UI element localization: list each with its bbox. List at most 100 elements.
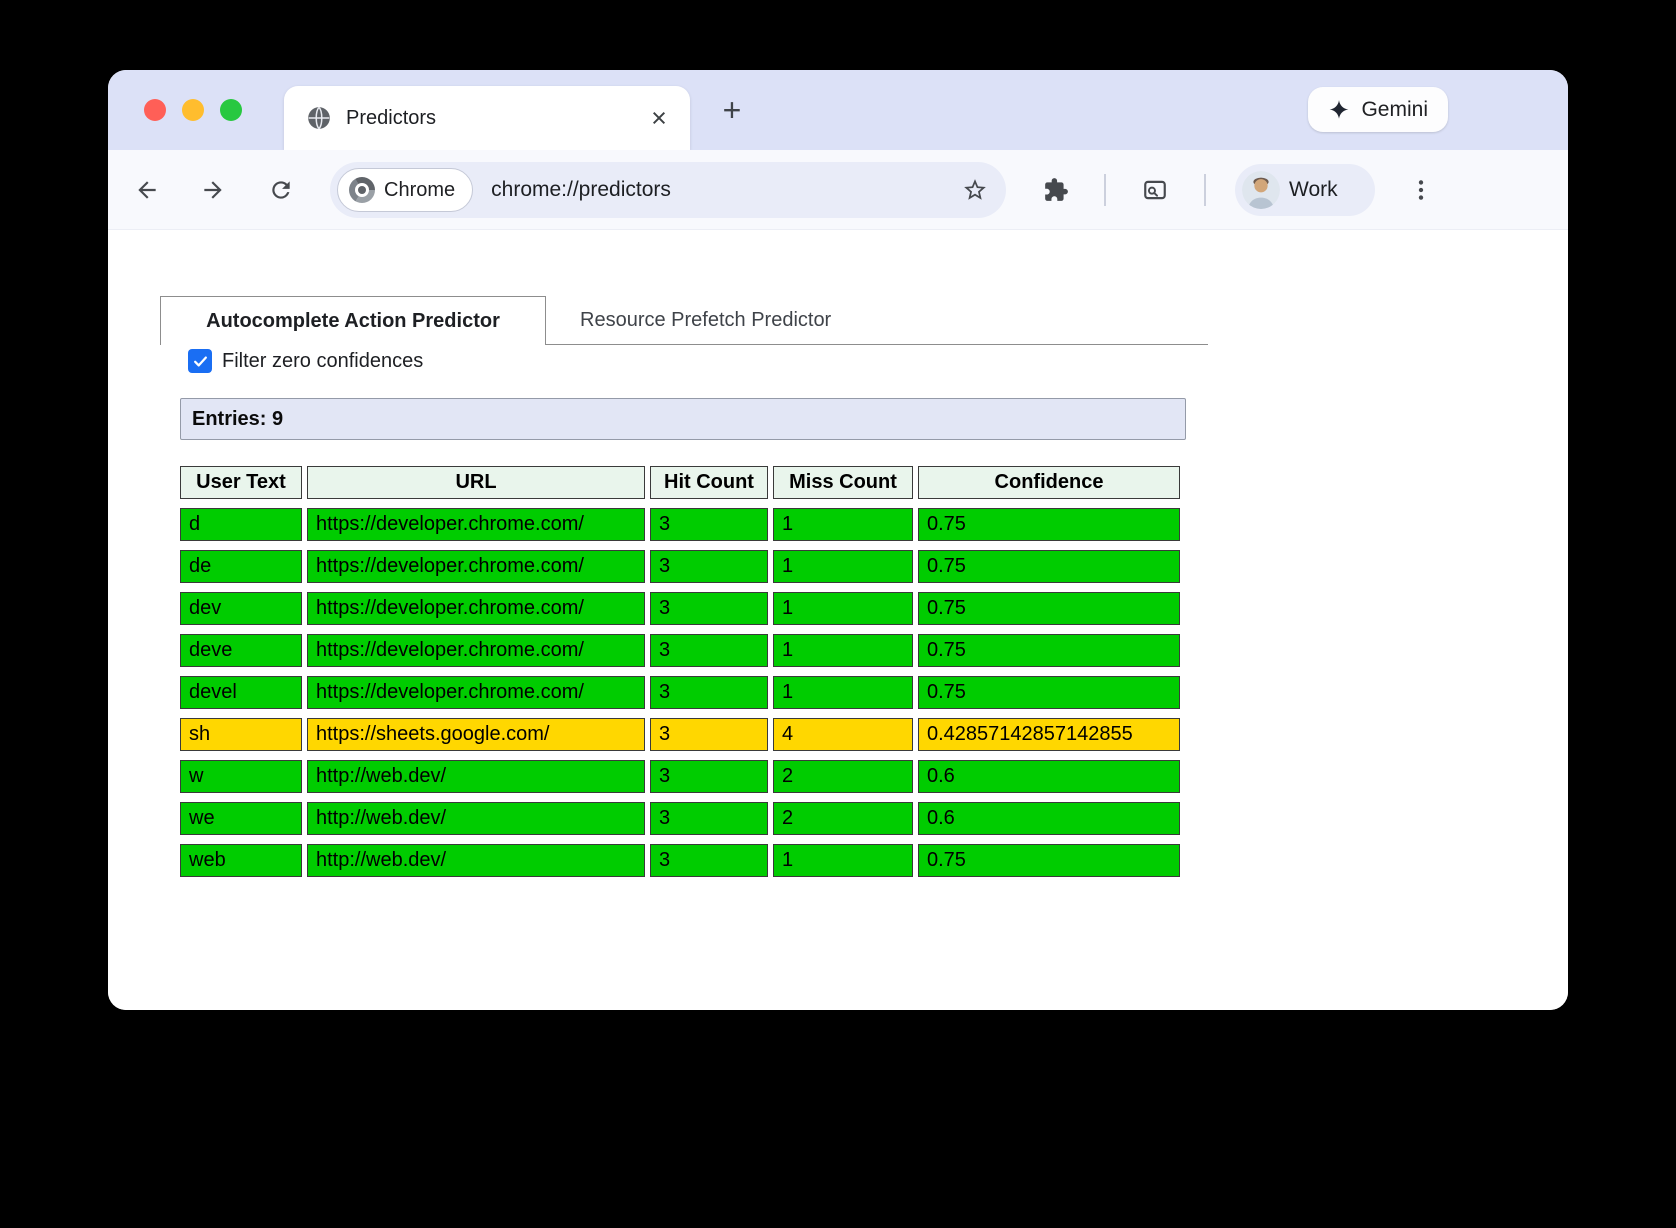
- cell-url: https://developer.chrome.com/: [307, 634, 645, 667]
- column-header-url: URL: [307, 466, 645, 499]
- url-text: chrome://predictors: [491, 178, 671, 202]
- cell-miss-count: 1: [773, 550, 913, 583]
- minimize-window-button[interactable]: [182, 99, 204, 121]
- table-row: sh https://sheets.google.com/ 3 4 0.4285…: [180, 718, 1180, 751]
- cell-miss-count: 1: [773, 634, 913, 667]
- cell-user-text: d: [180, 508, 302, 541]
- cell-user-text: devel: [180, 676, 302, 709]
- cell-hit-count: 3: [650, 508, 768, 541]
- gemini-button[interactable]: Gemini: [1308, 87, 1448, 132]
- cell-user-text: dev: [180, 592, 302, 625]
- profile-name: Work: [1289, 178, 1338, 202]
- gemini-label: Gemini: [1361, 98, 1428, 122]
- cell-miss-count: 4: [773, 718, 913, 751]
- table-row: d https://developer.chrome.com/ 3 1 0.75: [180, 508, 1180, 541]
- tab-autocomplete-action-predictor[interactable]: Autocomplete Action Predictor: [160, 296, 546, 345]
- cell-user-text: we: [180, 802, 302, 835]
- close-window-button[interactable]: [144, 99, 166, 121]
- tab-strip: Predictors × + Gemini: [108, 70, 1568, 150]
- table-row: de https://developer.chrome.com/ 3 1 0.7…: [180, 550, 1180, 583]
- cell-miss-count: 1: [773, 592, 913, 625]
- tab-close-button[interactable]: ×: [644, 103, 674, 133]
- cell-user-text: deve: [180, 634, 302, 667]
- cell-hit-count: 3: [650, 718, 768, 751]
- column-header-hit-count: Hit Count: [650, 466, 768, 499]
- page-content: Autocomplete Action Predictor Resource P…: [108, 230, 1568, 1010]
- column-header-user-text: User Text: [180, 466, 302, 499]
- entries-count: Entries: 9: [180, 398, 1186, 440]
- cell-url: https://developer.chrome.com/: [307, 508, 645, 541]
- cell-confidence: 0.6: [918, 760, 1180, 793]
- maximize-window-button[interactable]: [220, 99, 242, 121]
- entries-label: Entries: 9: [192, 408, 283, 431]
- cell-url: https://developer.chrome.com/: [307, 592, 645, 625]
- tab-resource-prefetch-predictor[interactable]: Resource Prefetch Predictor: [580, 306, 831, 334]
- cell-confidence: 0.6: [918, 802, 1180, 835]
- filter-checkbox-label: Filter zero confidences: [222, 347, 423, 375]
- tab-label: Autocomplete Action Predictor: [206, 310, 500, 333]
- toolbar-divider: [1204, 174, 1206, 206]
- cell-url: https://sheets.google.com/: [307, 718, 645, 751]
- table-row: dev https://developer.chrome.com/ 3 1 0.…: [180, 592, 1180, 625]
- tab-title: Predictors: [346, 107, 436, 130]
- cell-hit-count: 3: [650, 844, 768, 877]
- cell-miss-count: 2: [773, 760, 913, 793]
- gemini-sparkle-icon: [1328, 99, 1350, 121]
- cell-url: http://web.dev/: [307, 760, 645, 793]
- desktop-background: Predictors × + Gemini: [0, 0, 1676, 1228]
- address-bar[interactable]: Chrome chrome://predictors: [330, 162, 1006, 218]
- cell-url: https://developer.chrome.com/: [307, 676, 645, 709]
- site-chip-label: Chrome: [384, 179, 455, 202]
- predictor-table-body: d https://developer.chrome.com/ 3 1 0.75…: [180, 508, 1180, 877]
- site-chip[interactable]: Chrome: [337, 168, 473, 212]
- cell-user-text: de: [180, 550, 302, 583]
- browser-window: Predictors × + Gemini: [108, 70, 1568, 1010]
- menu-dots-icon[interactable]: [1408, 177, 1434, 203]
- tab-label: Resource Prefetch Predictor: [580, 309, 831, 331]
- cell-confidence: 0.75: [918, 844, 1180, 877]
- browser-tab[interactable]: Predictors ×: [284, 86, 690, 150]
- cell-confidence: 0.75: [918, 592, 1180, 625]
- bookmark-star-icon[interactable]: [962, 177, 988, 203]
- cell-miss-count: 1: [773, 844, 913, 877]
- filter-zero-confidences-checkbox[interactable]: [188, 349, 212, 373]
- column-header-miss-count: Miss Count: [773, 466, 913, 499]
- forward-button[interactable]: [200, 177, 226, 203]
- cell-confidence: 0.75: [918, 508, 1180, 541]
- cell-user-text: w: [180, 760, 302, 793]
- cell-url: http://web.dev/: [307, 802, 645, 835]
- table-row: deve https://developer.chrome.com/ 3 1 0…: [180, 634, 1180, 667]
- table-header-row: User Text URL Hit Count Miss Count Confi…: [180, 466, 1180, 499]
- profile-avatar: [1242, 171, 1280, 209]
- cell-confidence: 0.42857142857142855: [918, 718, 1180, 751]
- cell-hit-count: 3: [650, 802, 768, 835]
- cell-confidence: 0.75: [918, 634, 1180, 667]
- cell-url: http://web.dev/: [307, 844, 645, 877]
- cell-url: https://developer.chrome.com/: [307, 550, 645, 583]
- chrome-logo-icon: [349, 177, 375, 203]
- cell-hit-count: 3: [650, 634, 768, 667]
- cell-hit-count: 3: [650, 592, 768, 625]
- table-row: devel https://developer.chrome.com/ 3 1 …: [180, 676, 1180, 709]
- predictor-table: User Text URL Hit Count Miss Count Confi…: [175, 457, 1185, 886]
- cell-confidence: 0.75: [918, 550, 1180, 583]
- back-button[interactable]: [134, 177, 160, 203]
- cell-miss-count: 1: [773, 508, 913, 541]
- reload-button[interactable]: [268, 177, 294, 203]
- cell-miss-count: 2: [773, 802, 913, 835]
- new-tab-button[interactable]: +: [714, 92, 750, 128]
- cell-confidence: 0.75: [918, 676, 1180, 709]
- side-panel-search-icon[interactable]: [1142, 177, 1168, 203]
- toolbar-divider: [1104, 174, 1106, 206]
- window-controls: [144, 99, 242, 121]
- table-row: we http://web.dev/ 3 2 0.6: [180, 802, 1180, 835]
- extensions-icon[interactable]: [1043, 177, 1069, 203]
- table-row: web http://web.dev/ 3 1 0.75: [180, 844, 1180, 877]
- column-header-confidence: Confidence: [918, 466, 1180, 499]
- browser-toolbar: Chrome chrome://predictors: [108, 150, 1568, 230]
- cell-hit-count: 3: [650, 550, 768, 583]
- profile-button[interactable]: Work: [1235, 164, 1375, 216]
- table-row: w http://web.dev/ 3 2 0.6: [180, 760, 1180, 793]
- cell-user-text: sh: [180, 718, 302, 751]
- globe-icon: [306, 105, 332, 131]
